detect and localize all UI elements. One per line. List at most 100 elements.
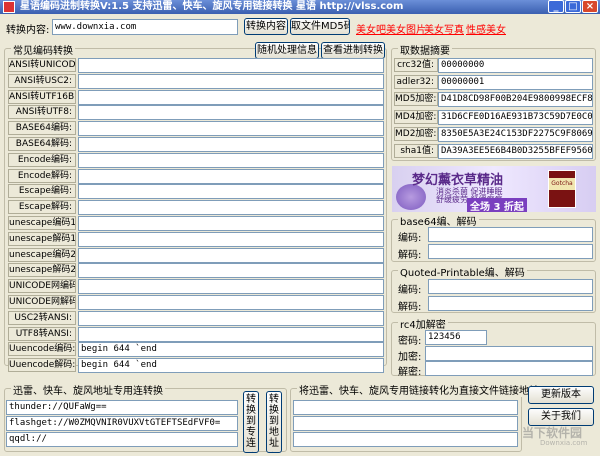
qp-encode-label: 编码: <box>398 285 422 296</box>
common-row-label: unescape编码2: <box>8 248 76 262</box>
file-md5-button[interactable]: 取文件MD5码 <box>290 18 350 35</box>
common-row-label: ANSI转USC2: <box>8 74 76 88</box>
common-row-field[interactable] <box>78 200 384 215</box>
rc4-decrypt-field[interactable] <box>425 361 593 376</box>
common-row-field[interactable] <box>78 232 384 247</box>
convert-content-input[interactable]: www.downxia.com <box>52 19 238 35</box>
common-row-field[interactable] <box>78 263 384 278</box>
common-row-label: ANSI转UTF16BE: <box>8 90 76 104</box>
common-row-field[interactable] <box>78 153 384 168</box>
bottle-label: Gotcha <box>549 178 575 190</box>
thunder-link-field[interactable]: thunder://QUFaWg== <box>6 400 238 415</box>
digest-row-label: MD2加密: <box>394 127 438 141</box>
common-row-label: ANSI转UNICODE: <box>8 58 76 72</box>
rc4-encrypt-field[interactable] <box>425 346 593 361</box>
digest-row-field[interactable]: 8350E5A3E24C153DF2275C9F80692773 <box>438 127 593 142</box>
common-row-field[interactable] <box>78 311 384 326</box>
common-row-field[interactable] <box>78 121 384 136</box>
digest-row-label: adler32: <box>394 75 438 89</box>
digest-row-label: sha1值: <box>394 144 438 158</box>
direct-link-field-1[interactable] <box>293 400 518 415</box>
common-row-label: USC2转ANSI: <box>8 311 76 325</box>
watermark-sub: Downxia.com <box>540 439 588 447</box>
base64-encode-field[interactable] <box>428 227 593 242</box>
window-title: 星语编码进制转换V:1.5 支持迅雷、快车、旋风专用链接转换 星语 http:/… <box>20 1 404 12</box>
digest-title: 取数据摘要 <box>398 42 452 57</box>
digest-row-field[interactable]: DA39A3EE5E6B4B0D3255BFEF95601890AFD80709 <box>438 144 593 159</box>
common-encoding-title: 常见编码转换 <box>11 42 75 57</box>
title-bar: 星语编码进制转换V:1.5 支持迅雷、快车、旋风专用链接转换 星语 http:/… <box>0 0 600 14</box>
rc4-password-label: 密码: <box>398 336 422 347</box>
direct-link-field-2[interactable] <box>293 416 518 431</box>
digest-row-field[interactable]: 00000000 <box>438 58 593 73</box>
digest-row-label: MD5加密: <box>394 92 438 106</box>
common-row-label: unescape解码1: <box>8 232 76 246</box>
update-version-button[interactable]: 更新版本 <box>528 386 594 404</box>
link-sexy[interactable]: 性感美女 <box>466 21 506 36</box>
minimize-button[interactable]: _ <box>548 0 564 13</box>
rc4-encrypt-label: 加密: <box>398 352 422 363</box>
qp-encode-field[interactable] <box>428 279 593 294</box>
common-row-label: Escape解码: <box>8 200 76 214</box>
top-bar: 转换内容: www.downxia.com 转换内容 取文件MD5码 美女吧美女… <box>0 17 600 37</box>
common-row-label: Encode编码: <box>8 153 76 167</box>
link-portrait[interactable]: 美女写真 <box>424 21 464 36</box>
maximize-button[interactable]: □ <box>565 0 581 13</box>
flashget-link-field[interactable]: flashget://W0ZMQVNIR0VUXVtGTEFTSEdFVF0= <box>6 416 238 431</box>
digest-row-field[interactable]: D41D8CD98F00B204E9800998ECF8427E <box>438 92 593 107</box>
common-row-label: BASE64解码: <box>8 137 76 151</box>
convert-to-special-button[interactable]: 转换到专连→ <box>243 391 259 453</box>
common-row-field[interactable] <box>78 169 384 184</box>
digest-row-field[interactable]: 00000001 <box>438 75 593 90</box>
qp-decode-label: 解码: <box>398 302 422 313</box>
app-icon <box>3 1 15 13</box>
link-beauty-bar[interactable]: 美女吧美女图片 <box>356 21 426 36</box>
direct-link-title: 将迅雷、快车、旋风专用链接转化为直接文件链接地址 <box>297 382 541 397</box>
base64-title: base64编、解码 <box>398 213 479 228</box>
common-row-field[interactable]: begin 644 `end <box>78 342 384 357</box>
rc4-password-field[interactable]: 123456 <box>425 330 487 345</box>
random-process-button[interactable]: 随机处理信息 <box>255 42 319 59</box>
common-row-label: Escape编码: <box>8 184 76 198</box>
common-row-label: ANSI转UTF8: <box>8 105 76 119</box>
base64-decode-label: 解码: <box>398 250 422 261</box>
common-row-label: Uuencode编码: <box>8 342 76 356</box>
link-conversion-title: 迅雷、快车、旋风地址专用连转换 <box>11 382 165 397</box>
convert-content-button[interactable]: 转换内容 <box>244 18 288 35</box>
qqdl-link-field[interactable]: qqdl:// <box>6 432 238 447</box>
rc4-decrypt-label: 解密: <box>398 367 422 378</box>
common-row-field[interactable] <box>78 216 384 231</box>
common-row-label: BASE64编码: <box>8 121 76 135</box>
digest-row-field[interactable]: 31D6CFE0D16AE931B73C59D7E0C089C0 <box>438 110 593 125</box>
common-row-field[interactable] <box>78 137 384 152</box>
view-hex-button[interactable]: 查看进制转换 <box>321 42 385 59</box>
convert-to-address-button[interactable]: 转换到地址← <box>266 391 282 453</box>
common-row-field[interactable] <box>78 295 384 310</box>
quoted-printable-title: Quoted-Printable编、解码 <box>398 264 527 279</box>
common-row-label: UTF8转ANSI: <box>8 327 76 341</box>
close-button[interactable]: × <box>582 0 598 13</box>
base64-encode-label: 编码: <box>398 233 422 244</box>
common-row-field[interactable] <box>78 105 384 120</box>
common-row-label: Uuencode解码: <box>8 358 76 372</box>
common-row-label: UNICODE网编码: <box>8 279 76 293</box>
qp-decode-field[interactable] <box>428 296 593 311</box>
common-row-field[interactable] <box>78 90 384 105</box>
ad-banner[interactable]: 梦幻薰衣草精油 消炎杀菌 促进睡眠 舒缓疲劳 舒缓瘢痕 全场 3 折起 Gotc… <box>392 166 596 212</box>
digest-row-label: crc32值: <box>394 58 438 72</box>
common-row-label: UNICODE网解码: <box>8 295 76 309</box>
common-row-label: unescape编码1: <box>8 216 76 230</box>
common-row-field[interactable] <box>78 279 384 294</box>
watermark: 当下软件园 Downxia.com <box>522 424 594 452</box>
digest-row-label: MD4加密: <box>394 110 438 124</box>
rc4-title: rc4加解密 <box>398 316 448 331</box>
common-row-field[interactable] <box>78 184 384 199</box>
common-row-field[interactable] <box>78 74 384 89</box>
common-row-field[interactable] <box>78 327 384 342</box>
common-row-field[interactable] <box>78 58 384 73</box>
direct-link-field-3[interactable] <box>293 432 518 447</box>
common-row-field[interactable] <box>78 248 384 263</box>
base64-decode-field[interactable] <box>428 244 593 259</box>
common-row-label: Encode解码: <box>8 169 76 183</box>
common-row-field[interactable]: begin 644 `end <box>78 358 384 373</box>
